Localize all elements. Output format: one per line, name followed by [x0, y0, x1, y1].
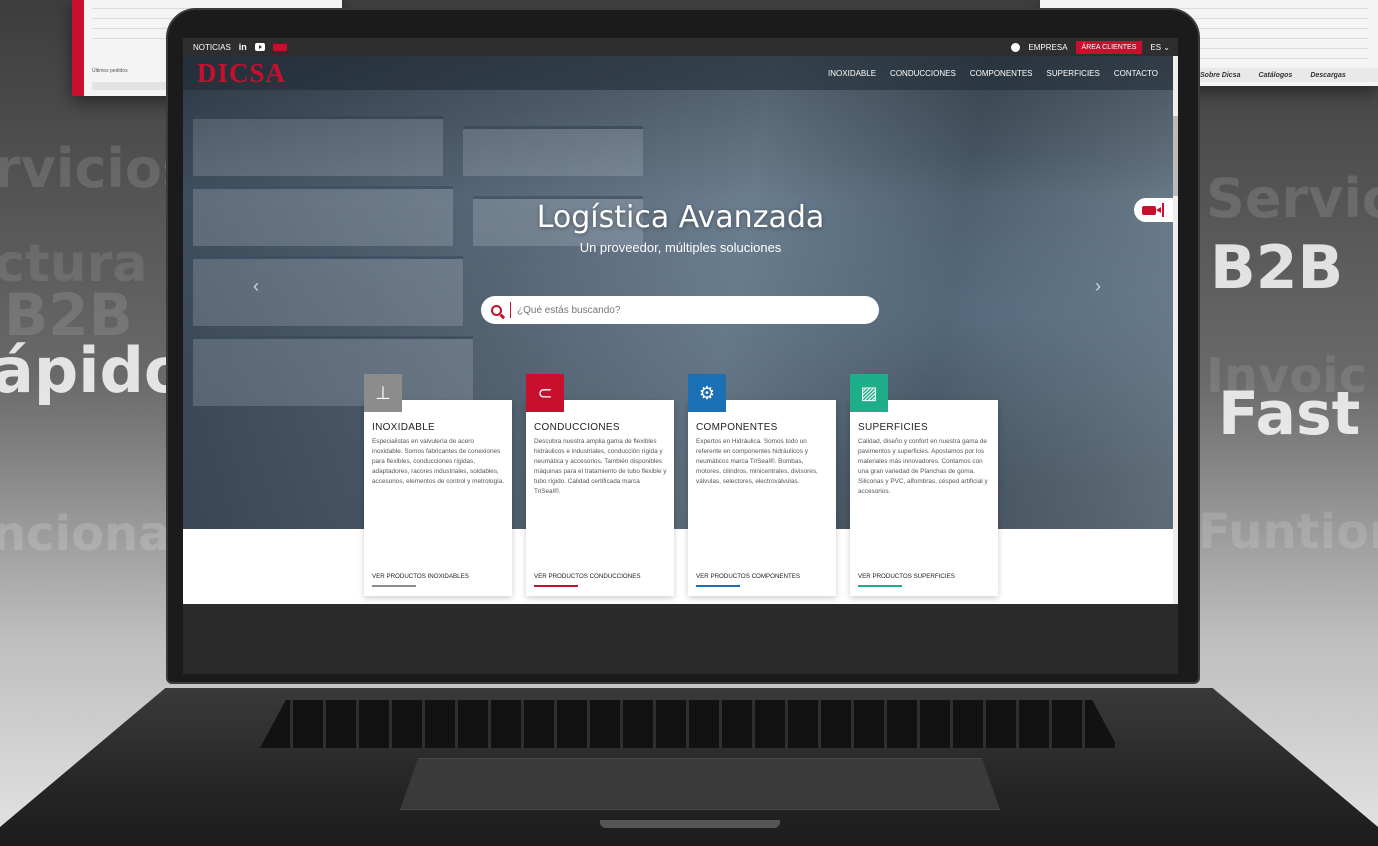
card-link[interactable]: VER PRODUCTOS COMPONENTES — [696, 573, 800, 580]
search-divider — [510, 302, 511, 318]
card-text: Expertos en Hidráulica. Somos todo un re… — [696, 438, 818, 485]
bg-nav-item: Sobre Dicsa — [1200, 71, 1241, 79]
hero-subtitle: Un proveedor, múltiples soluciones — [579, 240, 782, 255]
bg-nav-item: Catálogos — [1258, 71, 1293, 79]
language-selector[interactable]: ES ⌄ — [1150, 43, 1170, 52]
main-navbar: DICSA INOXIDABLE CONDUCCIONES COMPONENTE… — [183, 56, 1178, 90]
hero-title: Logística Avanzada — [536, 200, 825, 235]
card-title: SUPERFICIES — [858, 422, 928, 433]
bg-word-right-4: Fast — [1218, 379, 1361, 449]
card-title: CONDUCCIONES — [534, 422, 620, 433]
screen-lower-area — [183, 604, 1178, 674]
card-text: Calidad, diseño y confort en nuestra gam… — [858, 438, 988, 495]
laptop-screen: NOTICIAS in EMPRESA ÁREA CLIENTES ES ⌄ D… — [183, 38, 1178, 604]
news-link[interactable]: NOTICIAS — [193, 43, 231, 52]
carousel-next-icon[interactable]: › — [1095, 276, 1101, 297]
pump-icon: ⚙ — [688, 374, 726, 412]
category-cards: ⊥ INOXIDABLE Especialistas en valvulería… — [364, 374, 998, 596]
card-text: Especialistas en valvulería de acero ino… — [372, 438, 505, 485]
card-link[interactable]: VER PRODUCTOS INOXIDABLES — [372, 573, 469, 580]
company-link[interactable]: EMPRESA — [1028, 43, 1067, 52]
card-link[interactable]: VER PRODUCTOS CONDUCCIONES — [534, 573, 640, 580]
card-underline — [534, 585, 578, 587]
dicsa-logo[interactable]: DICSA — [197, 58, 286, 89]
laptop-keyboard — [260, 700, 1118, 748]
bg-panel-label: Últimos pedidos — [92, 68, 128, 74]
video-button[interactable] — [1134, 198, 1178, 222]
card-conducciones[interactable]: ⊂ CONDUCCIONES Descubra nuestra amplia g… — [526, 374, 674, 596]
search-icon[interactable] — [491, 304, 502, 316]
laptop-trackpad — [400, 758, 1000, 810]
nav-item-inoxidable[interactable]: INOXIDABLE — [828, 69, 876, 78]
nav-menu: INOXIDABLE CONDUCCIONES COMPONENTES SUPE… — [828, 69, 1158, 78]
card-componentes[interactable]: ⚙ COMPONENTES Expertos en Hidráulica. So… — [688, 374, 836, 596]
bg-nav-item: Descargas — [1310, 71, 1346, 79]
language-code: ES — [1150, 42, 1162, 52]
card-inoxidable[interactable]: ⊥ INOXIDABLE Especialistas en valvulería… — [364, 374, 512, 596]
card-underline — [372, 585, 416, 587]
laptop-base — [0, 660, 1378, 846]
linkedin-icon[interactable]: in — [239, 42, 247, 52]
nav-item-conducciones[interactable]: CONDUCCIONES — [890, 69, 956, 78]
bg-word-right-5: Funtion — [1198, 504, 1378, 560]
card-title: INOXIDABLE — [372, 422, 436, 433]
search-bar[interactable] — [481, 296, 879, 324]
hose-icon: ⊂ — [526, 374, 564, 412]
card-superficies[interactable]: ▨ SUPERFICIES Calidad, diseño y confort … — [850, 374, 998, 596]
bg-word-right-2: B2B — [1210, 233, 1344, 303]
bg-word-left-4: ápido — [0, 334, 187, 407]
flag-icon[interactable] — [272, 43, 287, 51]
nav-item-superficies[interactable]: SUPERFICIES — [1047, 69, 1100, 78]
scrollbar-thumb[interactable] — [1173, 116, 1178, 196]
laptop-hinge-notch — [600, 820, 780, 828]
valve-icon: ⊥ — [364, 374, 402, 412]
nav-item-componentes[interactable]: COMPONENTES — [970, 69, 1033, 78]
card-text: Descubra nuestra amplia gama de flexible… — [534, 438, 667, 495]
bg-word-right-1: Servic — [1206, 167, 1378, 230]
page-scrollbar[interactable] — [1173, 56, 1178, 604]
top-utility-bar: NOTICIAS in EMPRESA ÁREA CLIENTES ES ⌄ — [183, 38, 1178, 56]
card-title: COMPONENTES — [696, 422, 778, 433]
surface-icon: ▨ — [850, 374, 888, 412]
video-camera-icon — [1142, 205, 1161, 215]
bg-word-left-5: ncional — [0, 506, 188, 562]
card-underline — [696, 585, 740, 587]
youtube-icon[interactable] — [254, 43, 265, 51]
carousel-prev-icon[interactable]: ‹ — [253, 276, 259, 297]
card-link[interactable]: VER PRODUCTOS SUPERFICIES — [858, 573, 955, 580]
card-underline — [858, 585, 902, 587]
bg-word-left-1: rvicios — [0, 137, 195, 200]
nav-item-contacto[interactable]: CONTACTO — [1114, 69, 1158, 78]
globe-icon — [1011, 42, 1021, 52]
video-button-bar — [1162, 203, 1164, 217]
chevron-down-icon: ⌄ — [1163, 42, 1170, 52]
client-area-button[interactable]: ÁREA CLIENTES — [1075, 40, 1143, 54]
search-input[interactable] — [517, 304, 837, 316]
